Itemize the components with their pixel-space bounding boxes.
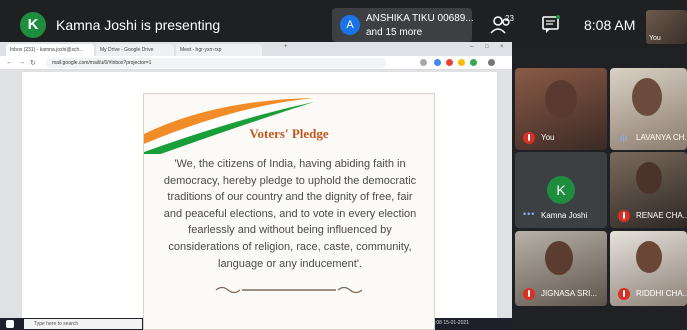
participant-tile[interactable]: You bbox=[515, 68, 607, 150]
minimize-icon[interactable]: – bbox=[470, 44, 473, 50]
self-view-label: You bbox=[649, 35, 661, 42]
presenting-banner: Kamna Joshi is presenting bbox=[56, 17, 221, 33]
extension-icon[interactable] bbox=[446, 59, 453, 66]
participant-name: LAVANYA CH... bbox=[636, 133, 687, 142]
participant-name: Kamna Joshi bbox=[541, 211, 588, 220]
browser-tab[interactable]: Inbox (231) - kamna.joshi@sch... bbox=[6, 44, 94, 56]
presenter-avatar: K bbox=[20, 12, 46, 38]
participant-video bbox=[636, 241, 662, 273]
mic-off-icon bbox=[618, 210, 630, 222]
participant-video bbox=[545, 241, 573, 275]
participants-chip[interactable]: A ANSHIKA TIKU 00689... and 15 more bbox=[332, 8, 474, 42]
participant-tile[interactable]: K ••• Kamna Joshi bbox=[515, 152, 607, 228]
self-view-tile[interactable]: You bbox=[646, 10, 687, 44]
participant-name: JIGNASA SRI... bbox=[541, 289, 598, 298]
maximize-icon[interactable]: □ bbox=[485, 44, 489, 50]
reload-icon[interactable]: ↻ bbox=[30, 59, 36, 67]
address-row: ← → ↻ mail.google.com/mail/u/0/#inbox?pr… bbox=[0, 56, 512, 70]
extension-icon[interactable] bbox=[470, 59, 477, 66]
ornament-divider bbox=[215, 286, 363, 294]
close-icon[interactable]: × bbox=[500, 44, 504, 50]
participant-tile[interactable]: JIGNASA SRI... bbox=[515, 231, 607, 306]
extension-icon[interactable] bbox=[458, 59, 465, 66]
tricolor-swoosh bbox=[144, 98, 314, 154]
participant-tile[interactable]: ı|ı LAVANYA CH... bbox=[610, 68, 687, 150]
back-icon[interactable]: ← bbox=[6, 59, 13, 66]
speaking-indicator-icon: ı|ı bbox=[620, 133, 628, 143]
forward-icon[interactable]: → bbox=[18, 59, 25, 66]
participant-name: RIDDHI CHA... bbox=[636, 289, 687, 298]
participant-avatar: A bbox=[340, 15, 360, 35]
participant-name: You bbox=[541, 133, 555, 142]
star-icon[interactable] bbox=[420, 59, 427, 66]
more-options-icon[interactable]: ••• bbox=[523, 209, 535, 219]
participant-tile[interactable]: RENAE CHA... bbox=[610, 152, 687, 228]
chat-icon[interactable] bbox=[540, 14, 562, 36]
browser-tab[interactable]: My Drive - Google Drive bbox=[96, 44, 174, 56]
participant-video bbox=[636, 162, 662, 194]
url-bar[interactable]: mail.google.com/mail/u/0/#inbox?projecto… bbox=[46, 58, 386, 68]
mic-off-icon bbox=[523, 132, 535, 144]
mic-off-icon bbox=[523, 288, 535, 300]
participant-name: RENAE CHA... bbox=[636, 211, 687, 220]
participant-name: ANSHIKA TIKU 00689... bbox=[366, 13, 474, 24]
mic-off-icon bbox=[618, 288, 630, 300]
participant-video bbox=[632, 78, 662, 116]
participant-video bbox=[545, 80, 577, 118]
browser-tabstrip: Inbox (231) - kamna.joshi@sch... My Driv… bbox=[0, 42, 512, 56]
extension-icon[interactable] bbox=[434, 59, 441, 66]
slide-title: Voters' Pledge bbox=[249, 126, 329, 141]
participant-more: and 15 more bbox=[366, 27, 423, 38]
clock: 8:08 AM bbox=[584, 17, 636, 33]
browser-tab[interactable]: Meet - hgr-yxrr-rxp bbox=[176, 44, 262, 56]
pledge-slide: Voters' Pledge 'We, the citizens of Indi… bbox=[143, 93, 435, 330]
profile-icon[interactable] bbox=[488, 59, 495, 66]
people-count: 23 bbox=[505, 14, 514, 23]
start-icon[interactable] bbox=[6, 320, 14, 328]
taskbar-search[interactable]: Type here to search bbox=[24, 319, 142, 329]
pledge-text: 'We, the citizens of India, having abidi… bbox=[163, 158, 417, 270]
new-tab-icon[interactable]: + bbox=[284, 44, 288, 50]
participant-tile[interactable]: RIDDHI CHA... bbox=[610, 231, 687, 306]
participant-avatar: K bbox=[547, 176, 575, 204]
